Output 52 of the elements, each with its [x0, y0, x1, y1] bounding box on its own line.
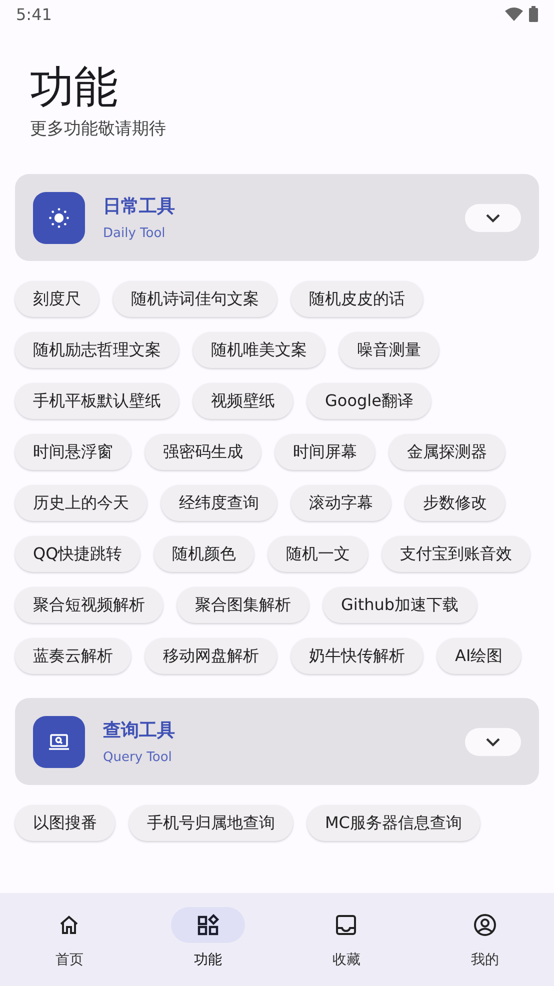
- category-title: 日常工具: [103, 195, 175, 218]
- tool-chip[interactable]: 随机皮皮的话: [291, 281, 423, 317]
- tool-chip[interactable]: 随机一文: [268, 536, 368, 572]
- tool-chip[interactable]: 聚合短视频解析: [15, 587, 163, 623]
- nav-tab[interactable]: 首页: [0, 893, 138, 986]
- inbox-icon: [334, 913, 358, 937]
- tool-chip[interactable]: 蓝奏云解析: [15, 638, 131, 674]
- battery-icon: [529, 6, 538, 22]
- tool-chip[interactable]: 刻度尺: [15, 281, 99, 317]
- nav-tab[interactable]: 收藏: [277, 893, 416, 986]
- chevron-down-icon: [485, 212, 501, 222]
- page-subtitle: 更多功能敬请期待: [30, 118, 167, 140]
- apps-icon: [196, 913, 220, 937]
- tool-chip[interactable]: 步数修改: [405, 485, 505, 521]
- tool-chip[interactable]: 随机唯美文案: [193, 332, 325, 368]
- tool-chip[interactable]: 聚合图集解析: [177, 587, 309, 623]
- chevron-down-icon: [485, 736, 501, 746]
- account-icon: [472, 913, 497, 937]
- sun-icon: [48, 206, 70, 228]
- tool-chip[interactable]: MC服务器信息查询: [307, 805, 480, 841]
- tool-chip[interactable]: 强密码生成: [145, 434, 261, 470]
- tool-chip[interactable]: 历史上的今天: [15, 485, 147, 521]
- tool-chip[interactable]: 经纬度查询: [161, 485, 277, 521]
- status-time: 5:41: [16, 4, 52, 24]
- tool-chip[interactable]: QQ快捷跳转: [15, 536, 140, 572]
- category-subtitle: Daily Tool: [103, 226, 166, 241]
- tool-chip[interactable]: 随机励志哲理文案: [15, 332, 179, 368]
- tool-chip[interactable]: 噪音测量: [339, 332, 439, 368]
- tool-chip[interactable]: 奶牛快传解析: [291, 638, 423, 674]
- tool-chip[interactable]: 滚动字幕: [291, 485, 391, 521]
- page-title: 功能: [30, 61, 119, 115]
- tool-chip[interactable]: 手机平板默认壁纸: [15, 383, 179, 419]
- tool-chip[interactable]: AI绘图: [437, 638, 521, 674]
- tool-chip[interactable]: 以图搜番: [15, 805, 115, 841]
- tool-chip[interactable]: 支付宝到账音效: [382, 536, 530, 572]
- wifi-icon: [505, 7, 523, 21]
- tool-chip[interactable]: 移动网盘解析: [145, 638, 277, 674]
- category-subtitle: Query Tool: [103, 750, 172, 765]
- tool-chip[interactable]: 时间屏幕: [275, 434, 375, 470]
- nav-tab[interactable]: 功能: [138, 893, 277, 986]
- tool-chip[interactable]: Github加速下载: [323, 587, 477, 623]
- expand-button[interactable]: [465, 204, 521, 232]
- tool-chip[interactable]: 随机诗词佳句文案: [113, 281, 277, 317]
- tool-chip[interactable]: 手机号归属地查询: [129, 805, 293, 841]
- expand-button[interactable]: [465, 728, 521, 756]
- tool-chip[interactable]: 时间悬浮窗: [15, 434, 131, 470]
- tool-chip[interactable]: 金属探测器: [389, 434, 505, 470]
- tool-chip[interactable]: 随机颜色: [154, 536, 254, 572]
- nav-tab[interactable]: 我的: [416, 893, 554, 986]
- tool-chip[interactable]: Google翻译: [307, 383, 432, 419]
- tool-chip[interactable]: 视频壁纸: [193, 383, 293, 419]
- category-title: 查询工具: [103, 719, 175, 742]
